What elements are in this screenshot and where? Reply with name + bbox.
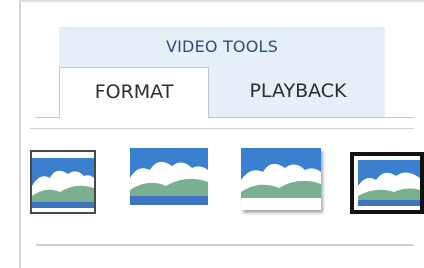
ribbon-divider-bottom [36, 244, 414, 246]
video-style-framed-icon [32, 158, 94, 208]
video-style-plain[interactable] [130, 148, 208, 208]
video-style-plain-icon [130, 148, 208, 205]
contextual-tab-group-title: VIDEO TOOLS [165, 37, 278, 56]
window-top-border [19, 0, 424, 2]
video-styles-gallery [30, 148, 424, 218]
video-style-shadow-icon [241, 148, 321, 210]
video-style-shadow[interactable] [241, 148, 321, 210]
video-style-thick-frame-icon [354, 156, 420, 210]
ribbon-screenshot: VIDEO TOOLS FORMAT PLAYBACK [0, 0, 424, 268]
video-style-framed[interactable] [30, 150, 96, 214]
ribbon-divider [30, 128, 414, 129]
window-left-border [19, 0, 21, 268]
tab-playback[interactable]: PLAYBACK [211, 67, 385, 117]
tab-format[interactable]: FORMAT [59, 67, 209, 118]
video-style-thick-frame[interactable] [350, 152, 424, 214]
contextual-tab-group-header: VIDEO TOOLS [59, 27, 385, 67]
ribbon-tab-row: FORMAT PLAYBACK [59, 67, 385, 118]
